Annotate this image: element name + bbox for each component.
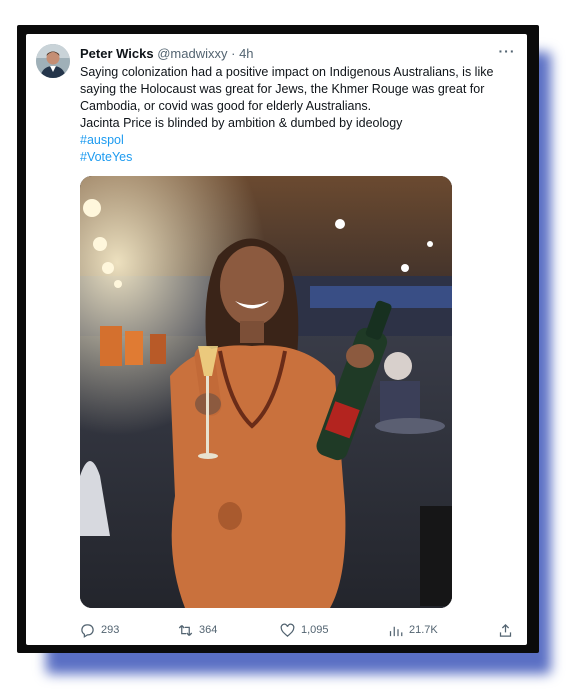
author-handle[interactable]: @madwixxy [157,46,227,61]
retweet-icon [178,624,193,636]
like-button[interactable]: 1,095 [280,621,329,639]
views-button[interactable]: 21.7K [388,621,438,639]
hashtag-voteyes[interactable]: #VoteYes [80,150,132,164]
tweet-photo[interactable] [80,176,452,608]
like-icon [280,623,295,637]
timestamp[interactable]: 4h [239,46,253,61]
views-count: 21.7K [409,624,438,636]
share-button[interactable] [498,621,513,639]
reply-count: 293 [101,624,120,636]
more-icon[interactable]: ··· [497,43,517,59]
tweet-text-line: Cambodia, or covid was good for elderly … [80,99,372,113]
hashtag-auspol[interactable]: #auspol [80,133,124,147]
retweet-count: 364 [199,624,218,636]
views-icon [389,626,403,636]
share-icon [499,623,512,637]
tweet-header: Peter Wicks @madwixxy · 4h [80,45,510,63]
tweet-text-line: Saying colonization had a positive impac… [80,65,494,79]
photo-illustration [80,176,452,608]
avatar[interactable] [36,44,70,78]
tweet-text-line: Jacinta Price is blinded by ambition & d… [80,116,403,130]
tweet-text: Saying colonization had a positive impac… [80,64,520,166]
action-bar: 293 364 1,095 21.7K [80,621,520,639]
like-count: 1,095 [301,624,329,636]
reply-button[interactable]: 293 [80,621,119,639]
tweet-text-line: saying the Holocaust was great for Jews,… [80,82,485,96]
tweet-card[interactable]: Peter Wicks @madwixxy · 4h ··· Saying co… [26,34,527,645]
reply-icon [81,623,94,638]
retweet-button[interactable]: 364 [178,621,217,639]
separator: · [231,46,236,61]
author-name[interactable]: Peter Wicks [80,46,154,61]
